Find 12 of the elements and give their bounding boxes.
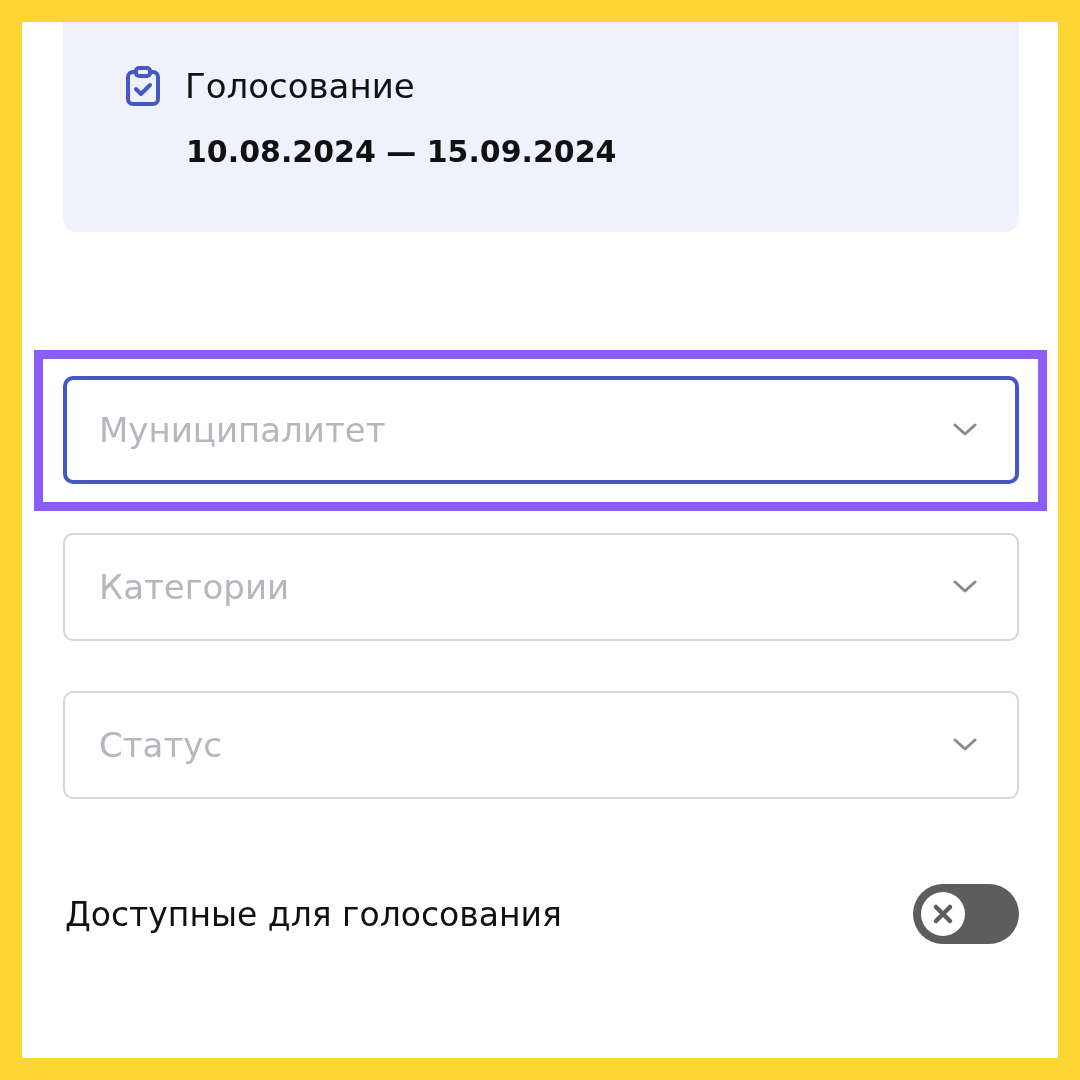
toggle-label: Доступные для голосования <box>65 894 562 934</box>
cross-icon <box>921 892 965 936</box>
dropdown-field[interactable]: Статус <box>63 691 1019 799</box>
dropdown-field[interactable]: Муниципалитет <box>63 376 1019 484</box>
chevron-down-icon <box>953 738 977 752</box>
chevron-down-icon <box>953 580 977 594</box>
toggle-switch[interactable] <box>913 884 1019 944</box>
clipboard-check-icon <box>125 66 161 106</box>
card-title: Голосование <box>185 66 415 106</box>
dropdown-field[interactable]: Категории <box>63 533 1019 641</box>
chevron-down-icon <box>953 423 977 437</box>
date-range: 10.08.2024 — 15.09.2024 <box>186 134 618 169</box>
